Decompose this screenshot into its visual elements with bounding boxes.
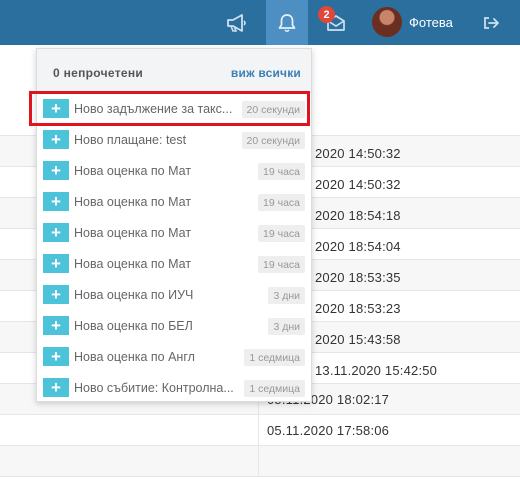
- notification-text: Нова оценка по Мат: [74, 194, 192, 209]
- plus-icon: +: [43, 347, 69, 366]
- table-cell-date: 2020 14:50:32: [315, 177, 401, 192]
- logout-icon: [484, 16, 499, 29]
- notification-text: Ново плащане: test: [74, 132, 187, 147]
- avatar: [372, 7, 402, 37]
- notification-text: Нова оценка по Мат: [74, 225, 192, 240]
- bell-icon: [278, 13, 296, 32]
- plus-icon: +: [43, 130, 69, 149]
- table-cell-date: 2020 18:54:18: [315, 208, 401, 223]
- notification-time: 3 дни: [268, 318, 305, 335]
- notification-text: Ново събитие: Контролна...: [74, 380, 234, 395]
- notification-item[interactable]: + Ново плащане: test 20 секунди: [41, 126, 307, 153]
- table-cell-date: 2020 14:50:32: [315, 146, 401, 161]
- user-menu[interactable]: Фотева: [372, 7, 453, 37]
- notification-time: 19 часа: [258, 163, 305, 180]
- notification-time: 1 седмица: [244, 380, 305, 397]
- notification-item[interactable]: + Ново събитие: Контролна... 1 седмица: [41, 374, 307, 401]
- highlight-box: [29, 91, 310, 126]
- table-cell-date: 2020 18:54:04: [315, 239, 401, 254]
- notification-text: Нова оценка по Мат: [74, 163, 192, 178]
- table-cell-date: 2020 15:43:58: [315, 332, 401, 347]
- notification-item[interactable]: + Нова оценка по Англ 1 седмица: [41, 343, 307, 370]
- plus-icon: +: [43, 316, 69, 335]
- table-row: [0, 446, 520, 477]
- megaphone-icon: [227, 13, 246, 32]
- dropdown-header: 0 непрочетени виж всички: [37, 49, 311, 93]
- plus-icon: +: [43, 254, 69, 273]
- notification-time: 3 дни: [268, 287, 305, 304]
- announcements-button[interactable]: [222, 0, 252, 45]
- table-cell-date: 2020 18:53:35: [315, 270, 401, 285]
- notification-item[interactable]: + Нова оценка по Мат 19 часа: [41, 188, 307, 215]
- notification-time: 19 часа: [258, 256, 305, 273]
- plus-icon: +: [43, 378, 69, 397]
- notification-item[interactable]: + Нова оценка по Мат 19 часа: [41, 157, 307, 184]
- notification-text: Нова оценка по Англ: [74, 349, 195, 364]
- table-cell-date: 05.11.2020 17:58:06: [267, 423, 390, 438]
- table-cell-date: 2020 18:53:23: [315, 301, 401, 316]
- notification-time: 19 часа: [258, 194, 305, 211]
- unread-messages-badge: 2: [318, 6, 335, 23]
- notification-time: 20 секунди: [241, 132, 305, 149]
- notification-text: Нова оценка по Мат: [74, 256, 192, 271]
- notification-time: 19 часа: [258, 225, 305, 242]
- unread-count-label: 0 непрочетени: [53, 66, 144, 80]
- notification-text: Нова оценка по ИУЧ: [74, 287, 194, 302]
- notifications-button[interactable]: [266, 0, 308, 45]
- plus-icon: +: [43, 161, 69, 180]
- view-all-link[interactable]: виж всички: [231, 66, 301, 80]
- plus-icon: +: [43, 223, 69, 242]
- notification-item[interactable]: + Нова оценка по Мат 19 часа: [41, 250, 307, 277]
- notification-item[interactable]: + Нова оценка по Мат 19 часа: [41, 219, 307, 246]
- plus-icon: +: [43, 285, 69, 304]
- top-navbar: 2 Фотева: [0, 0, 520, 45]
- table-cell-date: 13.11.2020 15:42:50: [315, 363, 438, 378]
- notification-item[interactable]: + Нова оценка по ИУЧ 3 дни: [41, 281, 307, 308]
- logout-button[interactable]: [476, 0, 506, 45]
- notification-text: Нова оценка по БЕЛ: [74, 318, 193, 333]
- notification-time: 1 седмица: [244, 349, 305, 366]
- table-row: 05.11.2020 17:58:06: [0, 415, 520, 446]
- user-name: Фотева: [409, 14, 453, 30]
- plus-icon: +: [43, 192, 69, 211]
- notification-item[interactable]: + Нова оценка по БЕЛ 3 дни: [41, 312, 307, 339]
